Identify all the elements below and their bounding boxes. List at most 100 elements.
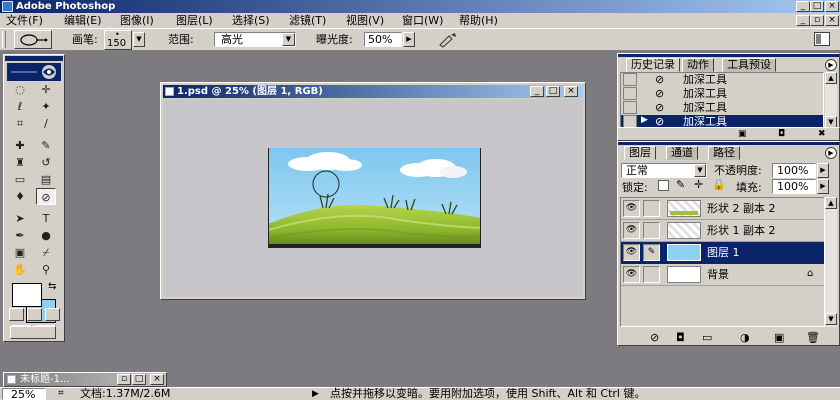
delete-layer-icon[interactable]: 🗑 (806, 331, 820, 344)
layers-panel-titlebar[interactable] (618, 142, 839, 145)
hand-tool-icon[interactable]: ✋ (10, 261, 30, 278)
fill-slider-arrow[interactable]: ▶ (817, 179, 829, 194)
new-layer-icon[interactable]: ▣ (774, 331, 784, 344)
history-item[interactable]: ⊘ 加深工具 (621, 73, 823, 87)
new-set-icon[interactable]: ▭ (702, 331, 712, 344)
eyedropper-icon[interactable]: ⌿ (36, 244, 56, 261)
jump-to-imageready-icon[interactable] (10, 326, 56, 339)
magic-wand-icon[interactable]: ✦ (36, 98, 56, 115)
history-scrollbar[interactable]: ▲ ▼ (825, 72, 837, 130)
history-checkbox[interactable] (623, 101, 637, 114)
pen-tool-icon[interactable]: ✒ (10, 227, 30, 244)
scroll-up-arrow[interactable]: ▲ (825, 72, 837, 84)
history-item[interactable]: ⊘ 加深工具 (621, 87, 823, 101)
blur-tool-icon[interactable]: ♦ (10, 188, 30, 205)
foreground-color-swatch[interactable] (12, 283, 42, 307)
move-tool-icon[interactable]: ✛ (36, 81, 56, 98)
history-brush-icon[interactable]: ↺ (36, 154, 56, 171)
path-selection-icon[interactable]: ➤ (10, 210, 30, 227)
menu-edit[interactable]: 编辑(E) (64, 14, 102, 27)
eraser-tool-icon[interactable]: ▭ (10, 171, 30, 188)
menu-filter[interactable]: 滤镜(T) (289, 14, 326, 27)
layer-row[interactable]: 👁 背景 ⌂ (621, 264, 824, 286)
document-title-bar[interactable]: 1.psd @ 25% (图层 1, RGB) (163, 85, 583, 98)
layer-row-selected[interactable]: 👁 ✎ 图层 1 (621, 242, 824, 264)
minwin-close-button[interactable]: × (150, 374, 164, 385)
menu-image[interactable]: 图像(I) (120, 14, 154, 27)
type-tool-icon[interactable]: T (36, 210, 56, 227)
opacity-slider-arrow[interactable]: ▶ (817, 163, 829, 178)
panel-menu-icon[interactable]: ▶ (825, 147, 837, 159)
zoom-tool-icon[interactable]: ⚲ (36, 261, 56, 278)
lock-transparency-icon[interactable] (658, 180, 669, 191)
artwork-canvas[interactable] (268, 148, 481, 248)
history-checkbox[interactable] (623, 87, 637, 100)
crop-tool-icon[interactable]: ⌗ (10, 115, 30, 132)
minimize-button[interactable]: _ (796, 1, 810, 12)
adjustment-layer-icon[interactable]: ◑ (740, 331, 750, 344)
new-snapshot-icon[interactable]: ◘ (778, 129, 785, 139)
document-maximize-button[interactable]: □ (546, 86, 560, 97)
swap-colors-icon[interactable]: ⇆ (48, 281, 56, 292)
brush-link-icon[interactable]: ✎ (643, 244, 660, 261)
tool-preset-picker[interactable] (14, 30, 52, 49)
opacity-input[interactable]: 100% (772, 163, 816, 178)
tab-history[interactable]: 历史记录 (626, 58, 680, 72)
slice-tool-icon[interactable]: / (36, 115, 56, 132)
minwin-restore-button[interactable]: ▫ (117, 374, 131, 385)
blend-mode-select[interactable]: 正常 ▼ (621, 163, 707, 178)
options-bar-grip[interactable] (2, 31, 6, 48)
healing-brush-icon[interactable]: ✚ (10, 137, 30, 154)
brush-dropdown-arrow[interactable]: ▼ (133, 32, 145, 47)
layer-link-icon[interactable] (643, 200, 660, 217)
menu-select[interactable]: 选择(S) (232, 14, 270, 27)
maximize-button[interactable]: □ (810, 1, 824, 12)
marquee-tool-icon[interactable]: ◌ (10, 81, 30, 98)
tab-channels[interactable]: 通道 (666, 146, 698, 160)
document-minimize-button[interactable]: _ (530, 86, 544, 97)
canvas-area[interactable] (163, 99, 583, 297)
palette-well-icon[interactable] (814, 32, 830, 46)
eye-icon[interactable]: 👁 (623, 244, 640, 261)
gradient-tool-icon[interactable]: ▤ (36, 171, 56, 188)
layer-row[interactable]: 👁 形状 1 副本 2 (621, 220, 824, 242)
brush-size-picker[interactable]: • 150 (104, 30, 132, 50)
close-button[interactable]: × (825, 1, 839, 12)
doc-restore-button[interactable]: ▫ (810, 15, 824, 26)
eye-icon[interactable]: 👁 (623, 266, 640, 283)
menu-file[interactable]: 文件(F) (6, 14, 43, 27)
tab-actions[interactable]: 动作 (682, 58, 714, 72)
brush-tool-icon[interactable]: ✎ (36, 137, 56, 154)
layer-mask-icon[interactable]: ◘ (676, 331, 685, 344)
minimized-document-window[interactable]: 未标题-1... ▫ □ × (3, 372, 167, 387)
standard-screen-icon[interactable] (9, 308, 24, 321)
burn-tool-icon[interactable]: ⊘ (36, 188, 56, 205)
layer-style-icon[interactable]: ⊘ (650, 331, 659, 344)
menu-layer[interactable]: 图层(L) (176, 14, 213, 27)
menu-help[interactable]: 帮助(H) (459, 14, 498, 27)
scroll-up-arrow[interactable]: ▲ (825, 197, 837, 209)
history-item[interactable]: ⊘ 加深工具 (621, 101, 823, 115)
range-select[interactable]: 高光 ▼ (214, 32, 296, 47)
history-panel-titlebar[interactable] (618, 54, 839, 57)
airbrush-icon[interactable] (437, 31, 459, 48)
tab-layers[interactable]: 图层 (624, 146, 656, 160)
shape-tool-icon[interactable]: ● (36, 227, 56, 244)
menu-view[interactable]: 视图(V) (346, 14, 384, 27)
doc-close-button[interactable]: × (825, 15, 839, 26)
layer-link-icon[interactable] (643, 266, 660, 283)
full-screen-menu-icon[interactable] (27, 308, 42, 321)
eye-icon[interactable]: 👁 (623, 200, 640, 217)
exposure-slider-arrow[interactable]: ▶ (403, 32, 415, 47)
layers-scrollbar[interactable]: ▲ ▼ (825, 197, 837, 327)
toolbox-titlebar[interactable] (5, 56, 63, 61)
status-menu-arrow-icon[interactable]: ▶ (312, 388, 319, 400)
layer-link-icon[interactable] (643, 222, 660, 239)
lock-all-icon[interactable]: 🔒 (712, 178, 726, 191)
minwin-maximize-button[interactable]: □ (132, 374, 146, 385)
zoom-field[interactable]: 25% (2, 388, 46, 400)
new-document-from-state-icon[interactable]: ▣ (738, 129, 747, 139)
fill-input[interactable]: 100% (772, 179, 816, 194)
history-checkbox[interactable] (623, 73, 637, 86)
delete-state-icon[interactable]: ✖ (818, 129, 826, 139)
